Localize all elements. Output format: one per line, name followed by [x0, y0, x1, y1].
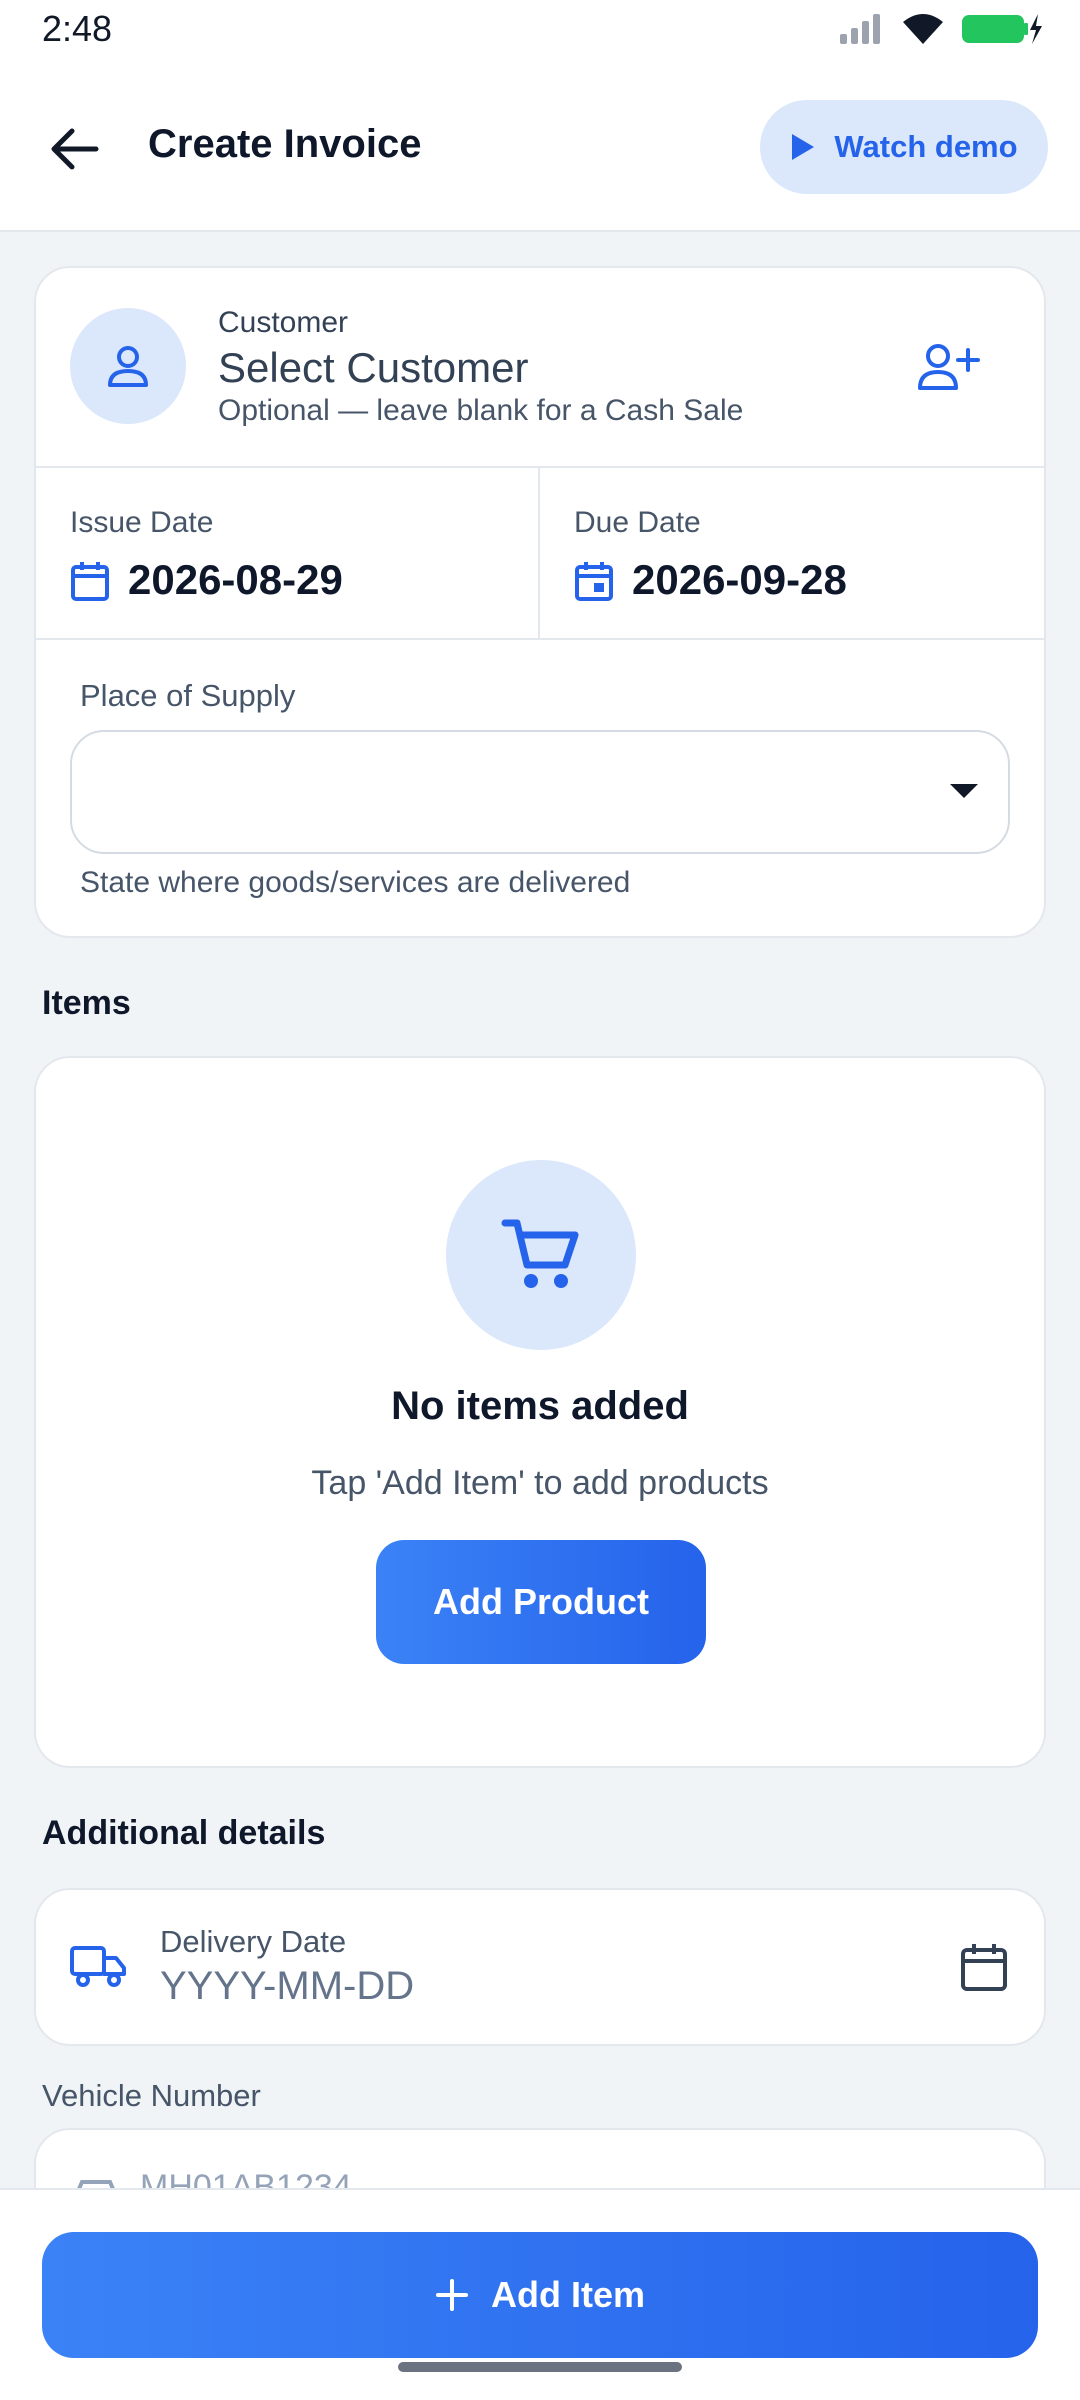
- status-time: 2:48: [42, 8, 113, 49]
- customer-selector[interactable]: Customer Select Customer Optional — leav…: [36, 268, 1044, 468]
- invoice-details-card: Customer Select Customer Optional — leav…: [34, 266, 1046, 938]
- due-date-value: 2026-09-28: [632, 556, 847, 603]
- arrow-left-icon: [51, 128, 99, 170]
- issue-date-label: Issue Date: [70, 506, 214, 539]
- back-button[interactable]: [40, 114, 110, 184]
- additional-details-title: Additional details: [42, 1814, 326, 1852]
- items-section-title: Items: [42, 984, 131, 1022]
- empty-items-title: No items added: [391, 1384, 689, 1428]
- vehicle-number-label: Vehicle Number: [42, 2078, 261, 2113]
- watch-demo-button[interactable]: Watch demo: [760, 100, 1048, 194]
- add-product-button[interactable]: Add Product: [376, 1540, 706, 1664]
- issue-date-field[interactable]: Issue Date 2026-08-29: [36, 468, 540, 638]
- place-of-supply-dropdown[interactable]: [70, 730, 1010, 854]
- person-add-icon: [918, 344, 980, 390]
- place-of-supply-help: State where goods/services are delivered: [80, 866, 631, 899]
- plus-icon: [435, 2279, 468, 2311]
- calendar-icon: [71, 562, 109, 601]
- empty-items-subtitle: Tap 'Add Item' to add products: [311, 1464, 769, 1502]
- app-header: Create Invoice Watch demo: [0, 62, 1080, 232]
- shopping-cart-icon: [501, 1219, 579, 1288]
- status-icons: [838, 12, 1044, 46]
- empty-cart-badge: [446, 1160, 636, 1350]
- due-date-label: Due Date: [574, 506, 701, 539]
- home-indicator[interactable]: [398, 2362, 682, 2372]
- issue-date-value: 2026-08-29: [128, 556, 343, 603]
- wifi-icon: [903, 14, 943, 44]
- delivery-date-field[interactable]: Delivery Date YYYY-MM-DD: [34, 1888, 1046, 2046]
- status-bar: 2:48: [0, 0, 1080, 62]
- customer-value: Select Customer: [218, 344, 529, 391]
- due-date-field[interactable]: Due Date 2026-09-28: [540, 468, 1044, 638]
- play-icon: [792, 134, 815, 160]
- delivery-date-label: Delivery Date: [160, 1924, 347, 1959]
- battery-icon: [962, 14, 1042, 44]
- calendar-picker-icon[interactable]: [960, 1942, 1008, 1992]
- truck-icon: [70, 1946, 126, 1987]
- dropdown-arrow-icon: [950, 784, 978, 798]
- avatar: [70, 308, 186, 424]
- watch-demo-label: Watch demo: [834, 129, 1018, 164]
- add-item-label: Add Item: [490, 2274, 645, 2315]
- person-icon: [108, 346, 148, 387]
- customer-label: Customer: [218, 306, 349, 339]
- customer-help-text: Optional — leave blank for a Cash Sale: [218, 394, 744, 427]
- dates-row: Issue Date 2026-08-29 Due Date 2026-09-2…: [36, 468, 1044, 640]
- page-title: Create Invoice: [148, 122, 422, 166]
- items-empty-card: No items added Tap 'Add Item' to add pro…: [34, 1056, 1046, 1768]
- delivery-date-placeholder: YYYY-MM-DD: [160, 1964, 415, 2008]
- add-item-button[interactable]: Add Item: [42, 2232, 1038, 2358]
- signal-icon: [840, 14, 880, 44]
- event-calendar-icon: [575, 562, 613, 601]
- place-of-supply-label: Place of Supply: [80, 678, 296, 713]
- add-customer-button[interactable]: [914, 332, 984, 402]
